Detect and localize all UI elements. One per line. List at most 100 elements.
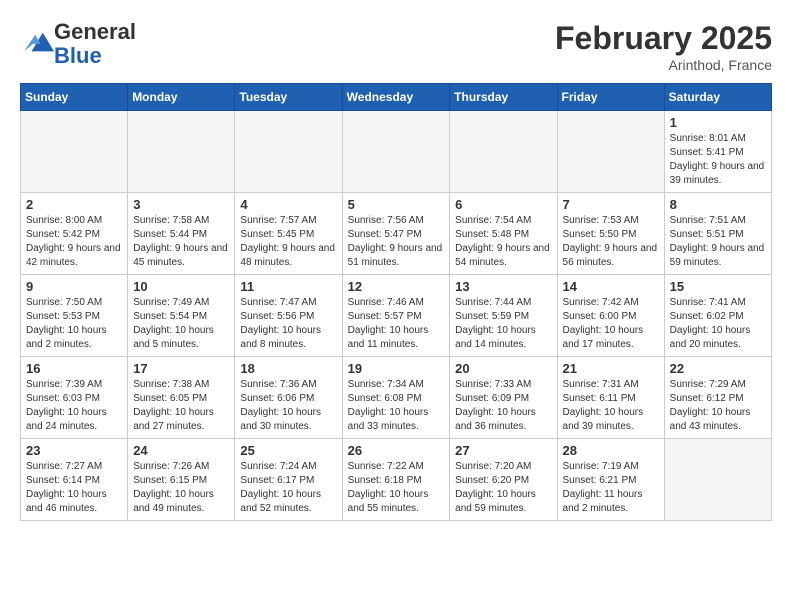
day-number: 3	[133, 197, 229, 212]
calendar-cell: 4 Sunrise: 7:57 AM Sunset: 5:45 PM Daylig…	[235, 193, 342, 275]
calendar-cell	[557, 111, 664, 193]
calendar-cell	[450, 111, 557, 193]
day-info: Sunrise: 7:38 AM Sunset: 6:05 PM Dayligh…	[133, 378, 229, 434]
day-info: Sunrise: 7:54 AM Sunset: 5:48 PM Dayligh…	[455, 214, 551, 270]
weekday-header-saturday: Saturday	[664, 84, 771, 111]
calendar-cell: 28 Sunrise: 7:19 AM Sunset: 6:21 PM Dayli…	[557, 439, 664, 521]
calendar-cell: 7 Sunrise: 7:53 AM Sunset: 5:50 PM Daylig…	[557, 193, 664, 275]
day-info: Sunrise: 7:39 AM Sunset: 6:03 PM Dayligh…	[26, 378, 122, 434]
day-info: Sunrise: 7:58 AM Sunset: 5:44 PM Dayligh…	[133, 214, 229, 270]
weekday-header-friday: Friday	[557, 84, 664, 111]
calendar-cell: 17 Sunrise: 7:38 AM Sunset: 6:05 PM Dayli…	[128, 357, 235, 439]
calendar-cell: 25Sunrise: 7:24 AM Sunset: 6:17 PM Dayli…	[235, 439, 342, 521]
title-block: February 2025 Arinthod, France	[555, 20, 772, 73]
day-number: 26	[348, 443, 445, 458]
day-number: 6	[455, 197, 551, 212]
day-number: 25	[240, 443, 336, 458]
day-info: Sunrise: 7:57 AM Sunset: 5:45 PM Dayligh…	[240, 214, 336, 270]
day-info: Sunrise: 7:26 AM Sunset: 6:15 PM Dayligh…	[133, 460, 229, 516]
calendar-cell: 1Sunrise: 8:01 AM Sunset: 5:41 PM Daylig…	[664, 111, 771, 193]
calendar-cell	[21, 111, 128, 193]
calendar-cell: 19Sunrise: 7:34 AM Sunset: 6:08 PM Dayli…	[342, 357, 450, 439]
day-number: 23	[26, 443, 122, 458]
calendar-cell: 8Sunrise: 7:51 AM Sunset: 5:51 PM Daylig…	[664, 193, 771, 275]
logo: General Blue	[20, 20, 136, 68]
calendar-cell: 15 Sunrise: 7:41 AM Sunset: 6:02 PM Dayli…	[664, 275, 771, 357]
day-number: 20	[455, 361, 551, 376]
day-number: 18	[240, 361, 336, 376]
weekday-header-row: SundayMondayTuesdayWednesdayThursdayFrid…	[21, 84, 772, 111]
day-number: 24	[133, 443, 229, 458]
day-info: Sunrise: 7:29 AM Sunset: 6:12 PM Dayligh…	[670, 378, 766, 434]
day-number: 14	[563, 279, 659, 294]
location-subtitle: Arinthod, France	[555, 57, 772, 73]
day-number: 28	[563, 443, 659, 458]
logo-general-text: General	[54, 19, 136, 44]
day-number: 5	[348, 197, 445, 212]
logo-icon	[24, 27, 54, 57]
day-number: 17	[133, 361, 229, 376]
calendar-cell: 10 Sunrise: 7:49 AM Sunset: 5:54 PM Dayli…	[128, 275, 235, 357]
calendar-week-row: 1Sunrise: 8:01 AM Sunset: 5:41 PM Daylig…	[21, 111, 772, 193]
page-header: General Blue February 2025 Arinthod, Fra…	[20, 20, 772, 73]
calendar-cell: 22 Sunrise: 7:29 AM Sunset: 6:12 PM Dayli…	[664, 357, 771, 439]
day-number: 12	[348, 279, 445, 294]
day-info: Sunrise: 7:22 AM Sunset: 6:18 PM Dayligh…	[348, 460, 445, 516]
calendar-cell: 9 Sunrise: 7:50 AM Sunset: 5:53 PM Daylig…	[21, 275, 128, 357]
calendar-cell: 6 Sunrise: 7:54 AM Sunset: 5:48 PM Daylig…	[450, 193, 557, 275]
calendar-week-row: 2 Sunrise: 8:00 AM Sunset: 5:42 PM Daylig…	[21, 193, 772, 275]
calendar-week-row: 9 Sunrise: 7:50 AM Sunset: 5:53 PM Daylig…	[21, 275, 772, 357]
day-number: 22	[670, 361, 766, 376]
weekday-header-thursday: Thursday	[450, 84, 557, 111]
weekday-header-monday: Monday	[128, 84, 235, 111]
calendar-cell: 16 Sunrise: 7:39 AM Sunset: 6:03 PM Dayli…	[21, 357, 128, 439]
day-number: 10	[133, 279, 229, 294]
calendar-cell: 27 Sunrise: 7:20 AM Sunset: 6:20 PM Dayli…	[450, 439, 557, 521]
day-info: Sunrise: 7:50 AM Sunset: 5:53 PM Dayligh…	[26, 296, 122, 352]
day-info: Sunrise: 7:27 AM Sunset: 6:14 PM Dayligh…	[26, 460, 122, 516]
calendar-cell: 26 Sunrise: 7:22 AM Sunset: 6:18 PM Dayli…	[342, 439, 450, 521]
day-number: 11	[240, 279, 336, 294]
calendar-cell: 23 Sunrise: 7:27 AM Sunset: 6:14 PM Dayli…	[21, 439, 128, 521]
day-info: Sunrise: 8:00 AM Sunset: 5:42 PM Dayligh…	[26, 214, 122, 270]
calendar-cell	[128, 111, 235, 193]
calendar-cell: 3 Sunrise: 7:58 AM Sunset: 5:44 PM Daylig…	[128, 193, 235, 275]
calendar-cell: 14 Sunrise: 7:42 AM Sunset: 6:00 PM Dayli…	[557, 275, 664, 357]
day-info: Sunrise: 7:20 AM Sunset: 6:20 PM Dayligh…	[455, 460, 551, 516]
calendar-week-row: 16 Sunrise: 7:39 AM Sunset: 6:03 PM Dayli…	[21, 357, 772, 439]
day-number: 16	[26, 361, 122, 376]
day-info: Sunrise: 7:42 AM Sunset: 6:00 PM Dayligh…	[563, 296, 659, 352]
day-info: Sunrise: 7:19 AM Sunset: 6:21 PM Dayligh…	[563, 460, 659, 516]
day-info: Sunrise: 7:33 AM Sunset: 6:09 PM Dayligh…	[455, 378, 551, 434]
calendar-cell: 24 Sunrise: 7:26 AM Sunset: 6:15 PM Dayli…	[128, 439, 235, 521]
day-info: Sunrise: 8:01 AM Sunset: 5:41 PM Dayligh…	[670, 132, 766, 188]
day-number: 19	[348, 361, 445, 376]
logo-blue-text: Blue	[54, 43, 102, 68]
calendar-table: SundayMondayTuesdayWednesdayThursdayFrid…	[20, 83, 772, 521]
calendar-cell: 12Sunrise: 7:46 AM Sunset: 5:57 PM Dayli…	[342, 275, 450, 357]
day-number: 27	[455, 443, 551, 458]
weekday-header-tuesday: Tuesday	[235, 84, 342, 111]
day-info: Sunrise: 7:49 AM Sunset: 5:54 PM Dayligh…	[133, 296, 229, 352]
calendar-cell: 5Sunrise: 7:56 AM Sunset: 5:47 PM Daylig…	[342, 193, 450, 275]
day-number: 15	[670, 279, 766, 294]
day-number: 9	[26, 279, 122, 294]
calendar-week-row: 23 Sunrise: 7:27 AM Sunset: 6:14 PM Dayli…	[21, 439, 772, 521]
calendar-cell: 20 Sunrise: 7:33 AM Sunset: 6:09 PM Dayli…	[450, 357, 557, 439]
day-info: Sunrise: 7:53 AM Sunset: 5:50 PM Dayligh…	[563, 214, 659, 270]
day-info: Sunrise: 7:47 AM Sunset: 5:56 PM Dayligh…	[240, 296, 336, 352]
day-info: Sunrise: 7:36 AM Sunset: 6:06 PM Dayligh…	[240, 378, 336, 434]
calendar-cell: 13Sunrise: 7:44 AM Sunset: 5:59 PM Dayli…	[450, 275, 557, 357]
day-number: 7	[563, 197, 659, 212]
day-number: 2	[26, 197, 122, 212]
calendar-cell: 18 Sunrise: 7:36 AM Sunset: 6:06 PM Dayli…	[235, 357, 342, 439]
day-info: Sunrise: 7:41 AM Sunset: 6:02 PM Dayligh…	[670, 296, 766, 352]
weekday-header-wednesday: Wednesday	[342, 84, 450, 111]
day-number: 21	[563, 361, 659, 376]
calendar-cell: 11 Sunrise: 7:47 AM Sunset: 5:56 PM Dayli…	[235, 275, 342, 357]
month-year-title: February 2025	[555, 20, 772, 57]
calendar-cell: 2 Sunrise: 8:00 AM Sunset: 5:42 PM Daylig…	[21, 193, 128, 275]
day-number: 4	[240, 197, 336, 212]
calendar-cell: 21Sunrise: 7:31 AM Sunset: 6:11 PM Dayli…	[557, 357, 664, 439]
calendar-cell	[664, 439, 771, 521]
